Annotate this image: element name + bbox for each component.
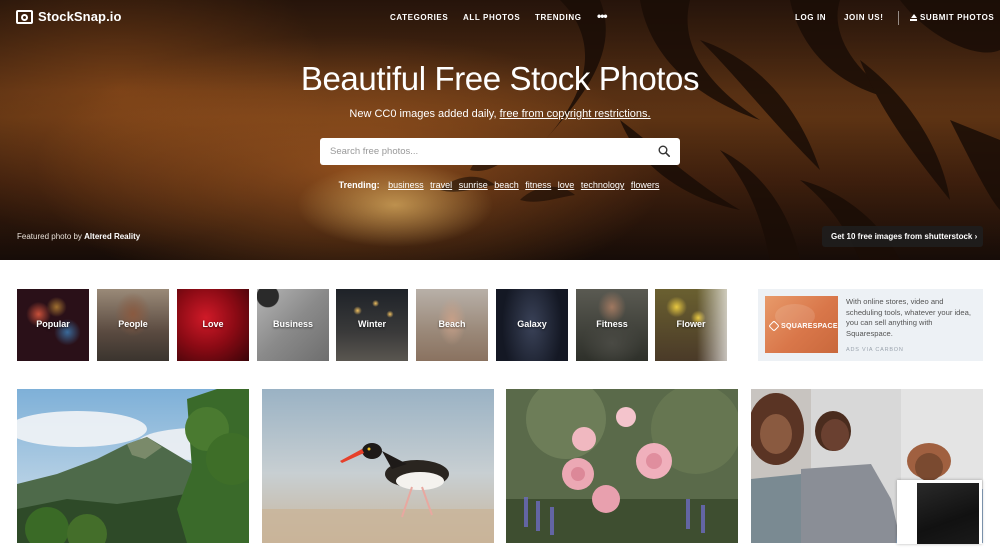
category-label: Beach xyxy=(438,319,466,329)
hero-banner: StockSnap.io CATEGORIES ALL PHOTOS TREND… xyxy=(0,0,1000,260)
nav-divider xyxy=(898,11,899,25)
squarespace-logo: SQUARESPACE xyxy=(768,320,838,332)
search-box xyxy=(320,138,680,165)
search-icon[interactable] xyxy=(658,145,670,157)
hero-subtitle: New CC0 images added daily, free from co… xyxy=(0,108,1000,120)
category-tile-galaxy[interactable]: Galaxy xyxy=(496,289,568,361)
category-tile-winter[interactable]: Winter xyxy=(336,289,408,361)
trending-tag[interactable]: flowers xyxy=(631,180,660,190)
bird-photo xyxy=(262,389,494,543)
photo-card-bird[interactable] xyxy=(262,389,494,543)
category-label: Galaxy xyxy=(517,319,547,329)
squarespace-icon xyxy=(768,320,780,332)
camera-icon xyxy=(16,9,33,24)
trending-tags: Trending: business travel sunrise beach … xyxy=(0,180,1000,190)
category-label: Love xyxy=(202,319,224,329)
ad-image[interactable]: SQUARESPACE xyxy=(765,296,838,353)
submit-photos-link[interactable]: SUBMIT PHOTOS xyxy=(910,13,994,22)
category-tile-popular[interactable]: Popular xyxy=(17,289,89,361)
shutterstock-button[interactable]: Get 10 free images from shutterstock › xyxy=(822,226,983,247)
search-input[interactable] xyxy=(330,144,640,159)
floating-video-widget[interactable] xyxy=(897,480,982,544)
trending-tag[interactable]: business xyxy=(388,180,424,190)
trending-label: Trending: xyxy=(338,180,380,190)
hero-subtitle-text: New CC0 images added daily, xyxy=(349,108,500,120)
upload-icon xyxy=(910,14,917,21)
roses-photo xyxy=(506,389,738,543)
trending-tag[interactable]: fitness xyxy=(525,180,551,190)
more-menu-icon[interactable]: ••• xyxy=(597,9,608,23)
copyright-link[interactable]: free from copyright restrictions. xyxy=(500,108,651,120)
category-tile-people[interactable]: People xyxy=(97,289,169,361)
logo[interactable]: StockSnap.io xyxy=(16,9,122,24)
brand-name: StockSnap.io xyxy=(38,9,122,24)
top-navbar: StockSnap.io CATEGORIES ALL PHOTOS TREND… xyxy=(0,0,1000,36)
category-label: Business xyxy=(272,319,314,329)
squarespace-wordmark: SQUARESPACE xyxy=(781,322,838,330)
join-link[interactable]: JOIN US! xyxy=(844,13,883,22)
trending-tag[interactable]: love xyxy=(558,180,575,190)
nav-all-photos-link[interactable]: ALL PHOTOS xyxy=(463,13,520,22)
trending-tag[interactable]: technology xyxy=(581,180,625,190)
category-tile-love[interactable]: Love xyxy=(177,289,249,361)
category-tile-business[interactable]: Business xyxy=(257,289,329,361)
submit-photos-label: SUBMIT PHOTOS xyxy=(920,13,995,22)
login-link[interactable]: LOG IN xyxy=(795,13,826,22)
credit-author-link[interactable]: Altered Reality xyxy=(84,232,140,241)
featured-photo-credit: Featured photo by Altered Reality xyxy=(17,232,140,241)
carbon-ad[interactable]: SQUARESPACE With online stores, video an… xyxy=(758,289,983,361)
mountain-photo xyxy=(17,389,249,543)
category-label: Fitness xyxy=(596,319,628,329)
category-tile-beach[interactable]: Beach xyxy=(416,289,488,361)
category-label: People xyxy=(118,319,148,329)
trending-tag[interactable]: sunrise xyxy=(459,180,488,190)
category-label: Popular xyxy=(36,319,70,329)
credit-prefix: Featured photo by xyxy=(17,232,85,241)
photo-card-roses[interactable] xyxy=(506,389,738,543)
hero-background-image xyxy=(440,0,1000,260)
category-label: Winter xyxy=(358,319,386,329)
category-scroll-fade xyxy=(697,289,741,361)
video-thumbnail[interactable] xyxy=(917,483,979,544)
nav-trending-link[interactable]: TRENDING xyxy=(535,13,582,22)
ad-text[interactable]: With online stores, video and scheduling… xyxy=(846,297,978,339)
nav-categories-link[interactable]: CATEGORIES xyxy=(390,13,448,22)
photo-card-mountain[interactable] xyxy=(17,389,249,543)
hero-title: Beautiful Free Stock Photos xyxy=(300,60,700,97)
trending-tag[interactable]: beach xyxy=(494,180,519,190)
trending-tag[interactable]: travel xyxy=(430,180,452,190)
category-tile-fitness[interactable]: Fitness xyxy=(576,289,648,361)
ad-via-carbon[interactable]: ADS VIA CARBON xyxy=(846,347,904,353)
